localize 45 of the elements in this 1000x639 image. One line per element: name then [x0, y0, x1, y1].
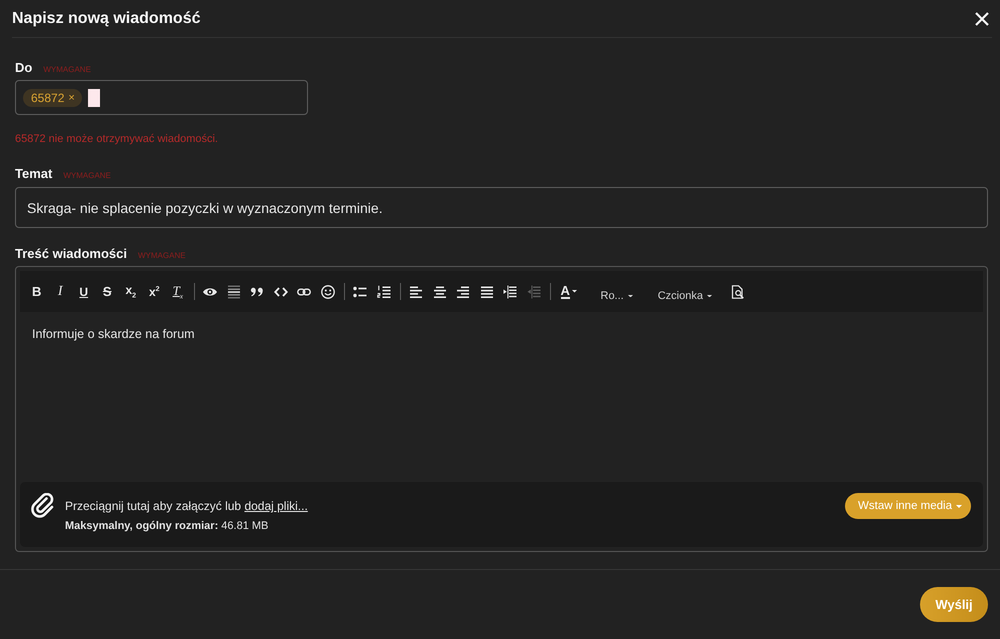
caret-icon — [628, 294, 633, 298]
code-icon — [274, 284, 288, 298]
recipient-input[interactable] — [88, 88, 100, 106]
add-files-link[interactable]: dodaj pliki... — [244, 499, 308, 513]
outdent-icon — [526, 284, 541, 298]
superscript-button[interactable]: x$^{2}$ — [142, 278, 166, 306]
justify-icon — [480, 284, 494, 298]
dropdown-button[interactable]: Ro... — [592, 278, 641, 306]
field-label: Treść wiadomości — [15, 246, 127, 261]
align-center-icon — [432, 284, 447, 298]
size-limit-text: Maksymalny, ogólny rozmiar: 46.81 MB — [65, 519, 270, 534]
error-message: 65872 nie może otrzymywać wiadomości. — [15, 132, 219, 146]
required-note: WYMAGANE — [138, 251, 186, 260]
caret-icon — [572, 290, 577, 293]
bold-button[interactable]: B — [25, 278, 48, 306]
dialog-title: Napisz nową wiadomość — [12, 10, 200, 28]
dropdown-button[interactable]: Czcionka — [650, 278, 720, 306]
chip-label: 65872 — [31, 90, 64, 104]
remove-chip-button[interactable]: × — [68, 92, 75, 104]
attachment-hint: Przeciągnij tutaj aby załączyć lub dodaj pliki... — [65, 498, 309, 515]
numbered-list-icon — [376, 284, 391, 298]
italic-button[interactable]: I — [48, 278, 72, 306]
text-color-button[interactable]: A — [554, 278, 582, 306]
caret-icon — [706, 294, 712, 298]
indent-icon — [503, 284, 518, 298]
required-note: WYMAGANE — [63, 171, 111, 180]
underline-button[interactable]: U — [72, 278, 96, 306]
field-label: Do — [15, 60, 32, 75]
close-icon — [975, 12, 989, 26]
recipient-field[interactable]: 65872 × — [15, 80, 308, 115]
strike-button[interactable]: S — [96, 278, 119, 306]
subject-field[interactable]: Skraga- nie splacenie pozyczki w wyznaczonym terminie. — [15, 187, 988, 228]
horizontal-rule-icon — [226, 284, 241, 298]
preview-icon — [730, 284, 745, 298]
field-label: Temat — [15, 166, 52, 181]
clear-format-button[interactable]: T$_{x}$ — [166, 278, 190, 306]
align-left-icon — [409, 284, 424, 298]
bullet-list-icon — [353, 284, 368, 298]
paperclip-icon — [31, 493, 55, 518]
align-right-icon — [456, 284, 470, 298]
subscript-button[interactable]: x$_{2}$ — [119, 278, 142, 306]
required-note: WYMAGANE — [43, 65, 91, 74]
message-body-field[interactable]: Informuje o skardze na forum — [20, 312, 983, 482]
caret-icon — [956, 504, 962, 508]
emoji-icon — [320, 284, 335, 298]
